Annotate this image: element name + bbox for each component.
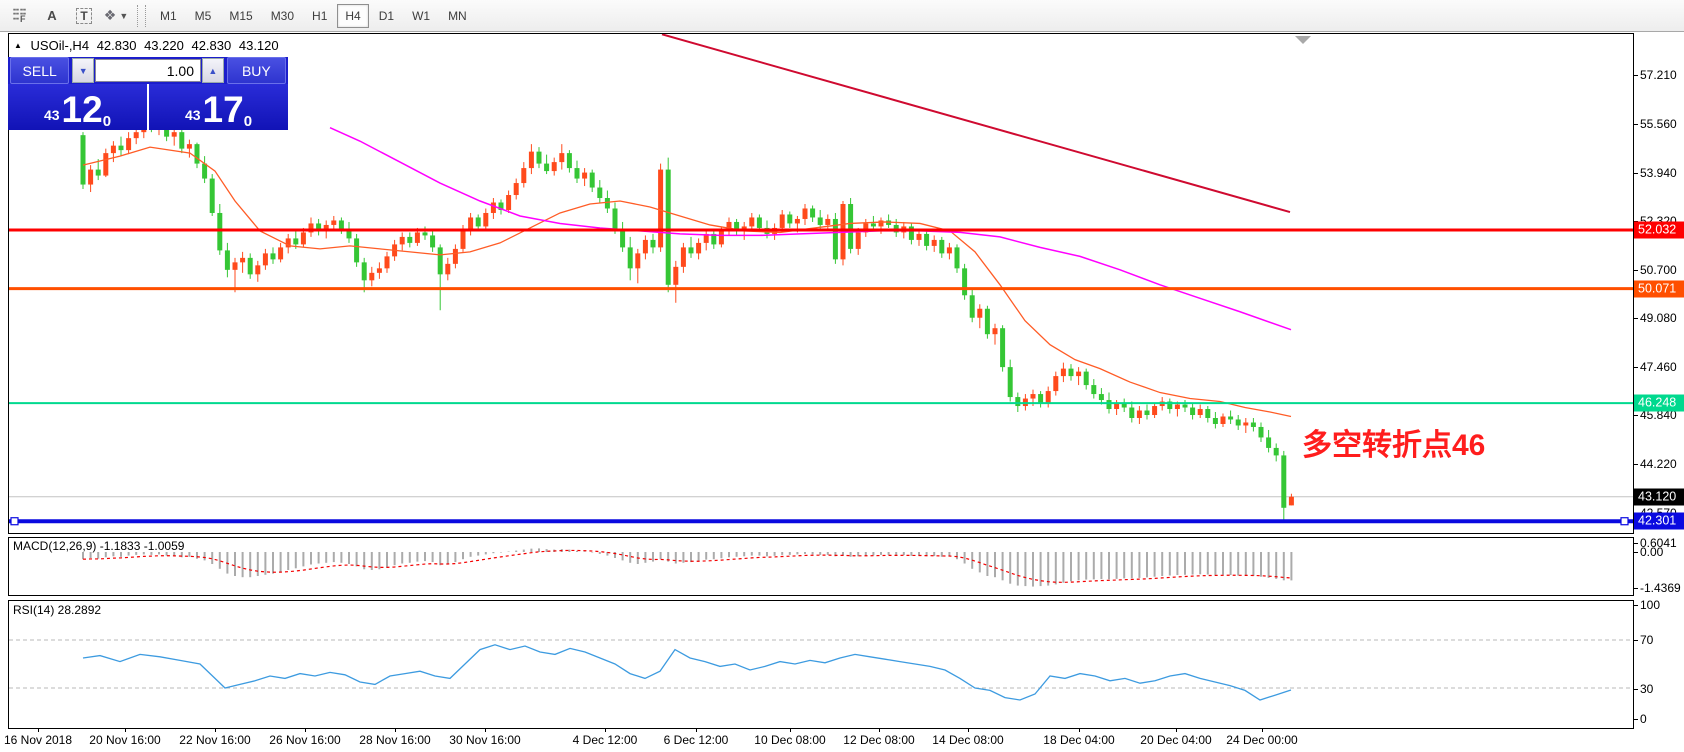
price-axis-tick (1633, 464, 1638, 465)
rsi-indicator-label: RSI(14) 28.2892 (13, 603, 101, 617)
price-badge: 52.032 (1634, 221, 1684, 238)
time-axis-label: 20 Dec 04:00 (1140, 733, 1211, 747)
time-axis-label: 28 Nov 16:00 (359, 733, 430, 747)
time-axis-tick (395, 728, 396, 732)
time-axis-tick (605, 728, 606, 732)
time-axis-tick (485, 728, 486, 732)
time-axis-label: 6 Dec 12:00 (664, 733, 729, 747)
time-axis-label: 26 Nov 16:00 (269, 733, 340, 747)
volume-input[interactable] (95, 59, 201, 82)
time-axis-tick (1262, 728, 1263, 732)
price-axis-label: 50.700 (1640, 263, 1677, 277)
ohlc-low: 42.830 (191, 38, 231, 53)
rsi-axis-label: 70 (1640, 633, 1653, 647)
time-axis-tick (1176, 728, 1177, 732)
volume-increase-button[interactable]: ▲ (202, 58, 224, 83)
symbol-label: USOil-,H4 (31, 38, 90, 53)
time-axis-tick (305, 728, 306, 732)
collapse-triangle-icon: ▲ (14, 41, 22, 50)
macd-axis-label: -1.4369 (1640, 581, 1681, 595)
buy-price-point: 0 (244, 117, 252, 127)
sell-price-point: 0 (103, 117, 111, 127)
price-axis-tick (1633, 173, 1638, 174)
volume-decrease-button[interactable]: ▼ (72, 58, 94, 83)
price-badge: 46.248 (1634, 395, 1684, 412)
price-axis-label: 49.080 (1640, 311, 1677, 325)
time-axis-tick (968, 728, 969, 732)
sell-price-whole: 43 (44, 107, 60, 123)
time-axis-tick (1079, 728, 1080, 732)
ohlc-open: 42.830 (97, 38, 137, 53)
rsi-axis-tick (1633, 689, 1638, 690)
price-axis-tick (1633, 124, 1638, 125)
macd-axis-tick (1633, 543, 1638, 544)
chart-title: ▲ USOil-,H4 42.830 43.220 42.830 43.120 (14, 38, 283, 53)
sell-button[interactable]: SELL (10, 57, 69, 84)
sell-price-pips: 12 (62, 93, 103, 127)
price-badge: 50.071 (1634, 280, 1684, 297)
buy-price-tile[interactable]: 43 17 0 (149, 84, 288, 130)
macd-axis-tick (1633, 588, 1638, 589)
time-axis-label: 22 Nov 16:00 (179, 733, 250, 747)
time-axis-label: 16 Nov 2018 (4, 733, 72, 747)
time-axis-tick (38, 728, 39, 732)
price-badge: 43.120 (1634, 488, 1684, 505)
sell-price-tile[interactable]: 43 12 0 (8, 84, 149, 130)
time-axis-tick (879, 728, 880, 732)
price-axis-label: 55.560 (1640, 117, 1677, 131)
price-axis-tick (1633, 75, 1638, 76)
time-axis-tick (215, 728, 216, 732)
time-axis-label: 14 Dec 08:00 (932, 733, 1003, 747)
ohlc-high: 43.220 (144, 38, 184, 53)
price-axis-tick (1633, 415, 1638, 416)
time-axis-label: 10 Dec 08:00 (754, 733, 825, 747)
rsi-axis-label: 30 (1640, 682, 1653, 696)
chart-shift-marker-icon[interactable] (1295, 36, 1311, 44)
rsi-axis-tick (1633, 719, 1638, 720)
macd-layer (83, 548, 1291, 586)
time-axis-label: 12 Dec 08:00 (843, 733, 914, 747)
trade-controls-row: SELL ▼ ▲ BUY (8, 57, 288, 84)
time-axis-label: 20 Nov 16:00 (89, 733, 160, 747)
time-axis-tick (125, 728, 126, 732)
price-badge: 42.301 (1634, 513, 1684, 530)
time-axis-tick (696, 728, 697, 732)
macd-axis-tick (1633, 552, 1638, 553)
macd-indicator-label: MACD(12,26,9) -1.1833 -1.0059 (13, 539, 184, 553)
trade-price-tiles: 43 12 0 43 17 0 (8, 84, 288, 130)
price-axis-label: 53.940 (1640, 166, 1677, 180)
rsi-layer (9, 640, 1633, 700)
price-axis-tick (1633, 367, 1638, 368)
price-axis-label: 44.220 (1640, 457, 1677, 471)
rsi-axis-label: 0 (1640, 712, 1647, 726)
time-axis-label: 18 Dec 04:00 (1043, 733, 1114, 747)
rsi-axis-tick (1633, 605, 1638, 606)
time-axis-label: 4 Dec 12:00 (573, 733, 638, 747)
buy-button[interactable]: BUY (227, 57, 286, 84)
one-click-trading-panel: SELL ▼ ▲ BUY 43 12 0 43 17 0 (8, 57, 288, 130)
time-axis-label: 24 Dec 00:00 (1226, 733, 1297, 747)
price-axis-tick (1633, 318, 1638, 319)
chart-annotation-text: 多空转折点46 (1302, 420, 1485, 464)
rsi-axis-label: 100 (1640, 598, 1660, 612)
macd-axis-label: 0.00 (1640, 545, 1663, 559)
ohlc-close: 43.120 (239, 38, 279, 53)
price-axis-label: 47.460 (1640, 360, 1677, 374)
time-axis-tick (790, 728, 791, 732)
price-axis-label: 57.210 (1640, 68, 1677, 82)
rsi-axis-tick (1633, 640, 1638, 641)
time-axis-label: 30 Nov 16:00 (449, 733, 520, 747)
price-axis-tick (1633, 270, 1638, 271)
buy-price-whole: 43 (185, 107, 201, 123)
buy-price-pips: 17 (203, 93, 244, 127)
